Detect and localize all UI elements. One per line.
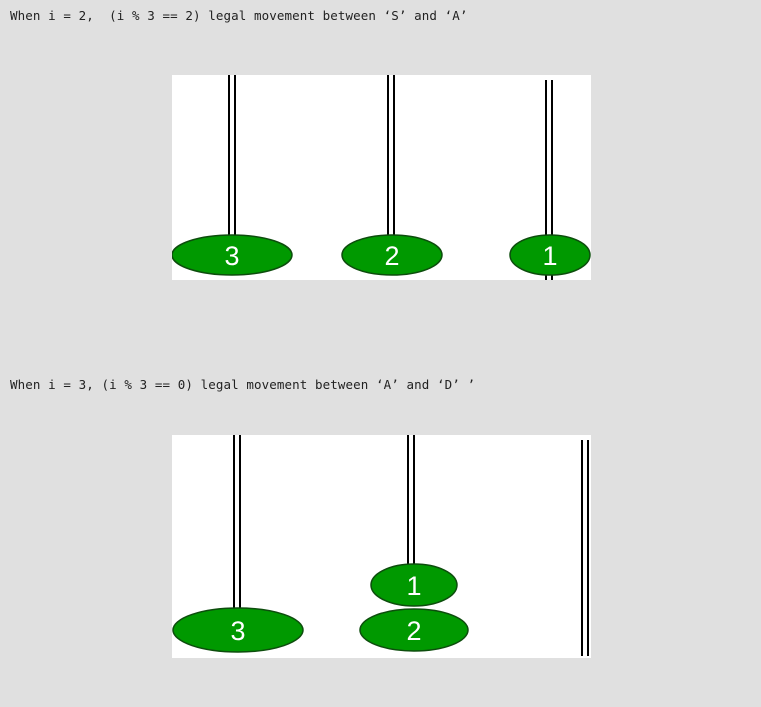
disk-label: 2 xyxy=(384,241,399,271)
disk-label: 1 xyxy=(406,571,421,601)
peg-source xyxy=(233,435,241,610)
disk-label: 2 xyxy=(406,616,421,646)
peg-auxiliary xyxy=(407,435,415,570)
disk-3: 3 xyxy=(172,607,304,653)
disk-1: 1 xyxy=(370,563,458,607)
disk-1: 1 xyxy=(509,234,591,276)
disk-2: 2 xyxy=(359,608,469,652)
hanoi-diagram-step-3: 3 2 1 xyxy=(172,435,591,658)
peg-auxiliary xyxy=(387,75,395,235)
step-3-caption: When i = 3, (i % 3 == 0) legal movement … xyxy=(10,377,476,392)
peg-source xyxy=(228,75,236,235)
peg-destination xyxy=(581,440,589,656)
step-2-caption: When i = 2, (i % 3 == 2) legal movement … xyxy=(10,8,468,23)
disk-3: 3 xyxy=(172,234,293,276)
hanoi-diagram-step-2: 3 2 1 xyxy=(172,75,591,280)
disk-2: 2 xyxy=(341,234,443,276)
disk-label: 1 xyxy=(542,241,557,271)
disk-label: 3 xyxy=(224,241,239,271)
disk-label: 3 xyxy=(230,616,245,646)
